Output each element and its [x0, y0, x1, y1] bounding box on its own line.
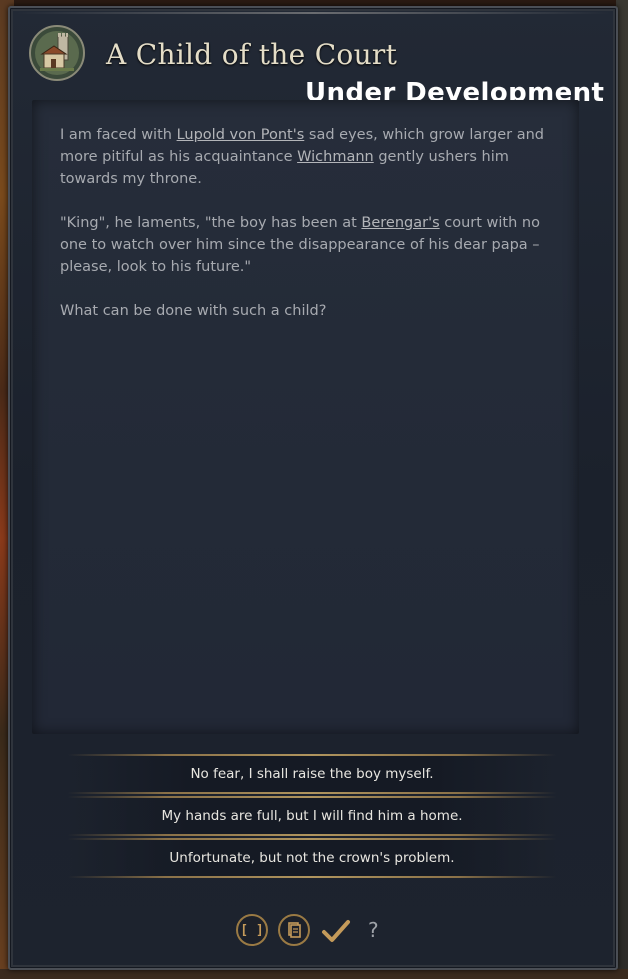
- question-icon[interactable]: ?: [368, 918, 379, 942]
- map-background-bottom: [0, 969, 628, 979]
- character-link-wichmann[interactable]: Wichmann: [297, 149, 374, 165]
- text-segment: I am faced with: [60, 127, 177, 143]
- checkmark-icon[interactable]: [320, 916, 352, 946]
- option-raise-boy-button[interactable]: No fear, I shall raise the boy myself.: [68, 754, 556, 794]
- option-label: No fear, I shall raise the boy myself.: [190, 766, 434, 782]
- option-label: My hands are full, but I will find him a…: [161, 808, 463, 824]
- option-find-home-button[interactable]: My hands are full, but I will find him a…: [68, 796, 556, 836]
- option-label: Unfortunate, but not the crown's problem…: [169, 850, 455, 866]
- character-link-berengar[interactable]: Berengar's: [361, 215, 439, 231]
- description-paragraph: I am faced with Lupold von Pont's sad ey…: [60, 124, 560, 190]
- option-not-crown-problem-button[interactable]: Unfortunate, but not the crown's problem…: [68, 838, 556, 878]
- event-title: A Child of the Court: [106, 38, 398, 71]
- scroll-icon[interactable]: [278, 914, 310, 946]
- scroll-glyph: [288, 922, 301, 938]
- bottom-toolbar: [ ] ?: [236, 914, 396, 950]
- castle-emblem-icon: [29, 25, 85, 81]
- brackets-label: [ ]: [240, 922, 264, 938]
- description-paragraph: "King", he laments, "the boy has been at…: [60, 212, 560, 278]
- event-description: I am faced with Lupold von Pont's sad ey…: [60, 124, 560, 344]
- brackets-icon[interactable]: [ ]: [236, 914, 268, 946]
- event-options: No fear, I shall raise the boy myself. M…: [68, 754, 556, 880]
- text-segment: What can be done with such a child?: [60, 303, 327, 319]
- text-segment: "King", he laments, "the boy has been at: [60, 215, 362, 231]
- character-link-lupold[interactable]: Lupold von Pont's: [177, 127, 305, 143]
- description-paragraph: What can be done with such a child?: [60, 300, 560, 322]
